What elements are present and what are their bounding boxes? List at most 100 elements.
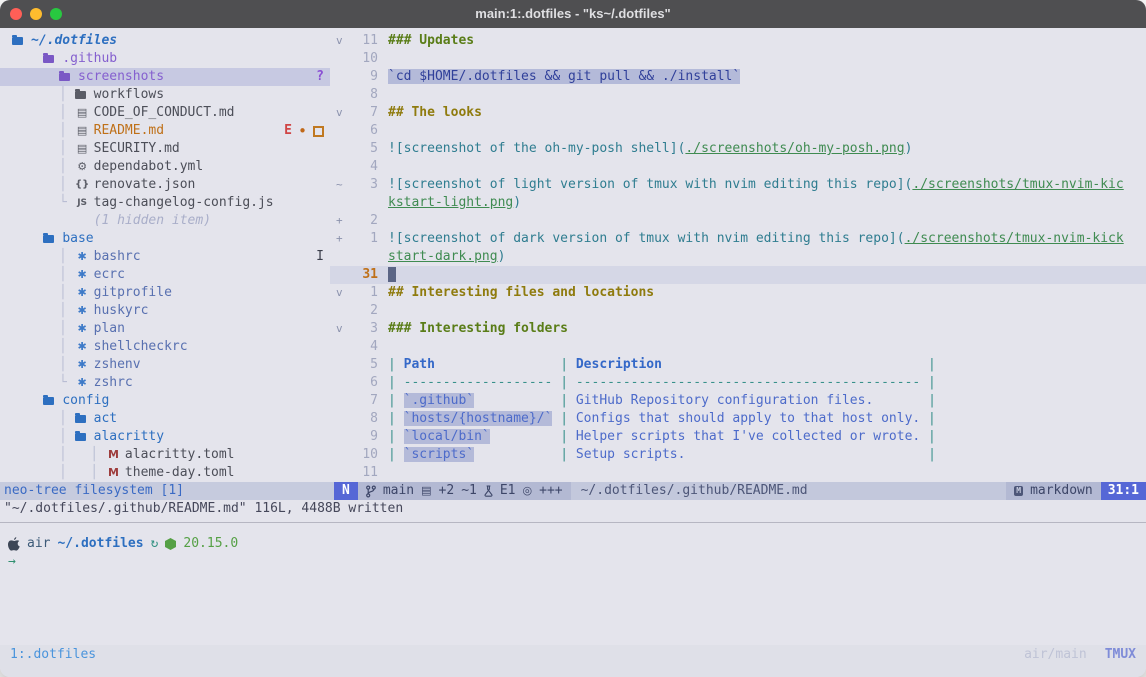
editor-line[interactable]: 9| `local/bin` | Helper scripts that I'v… xyxy=(330,428,1146,446)
flask-icon xyxy=(484,485,493,497)
folder-icon xyxy=(43,55,54,63)
tree-item--dotfiles[interactable]: ~/.dotfiles xyxy=(0,32,330,50)
tree-item-label: plan xyxy=(94,320,125,338)
editor-line[interactable]: 8 xyxy=(330,86,1146,104)
editor-buffer[interactable]: v11### Updates109`cd $HOME/.dotfiles && … xyxy=(330,32,1146,482)
editor-line[interactable]: 6| ------------------- | ---------------… xyxy=(330,374,1146,392)
line-text: | Path | Description | xyxy=(378,356,936,374)
dotfile-icon: ✱ xyxy=(75,302,90,320)
indent-guide: │ xyxy=(12,428,75,446)
fold-open-icon[interactable]: v xyxy=(330,320,352,338)
editor-line[interactable]: start-dark.png) xyxy=(330,248,1146,266)
tree-item-label: .github xyxy=(62,50,117,68)
indent-guide xyxy=(12,230,43,248)
editor-line[interactable]: 10| `scripts` | Setup scripts. | xyxy=(330,446,1146,464)
tree-item-gitprofile[interactable]: │ ✱gitprofile xyxy=(0,284,330,302)
indent-guide xyxy=(12,68,59,86)
editor-line[interactable]: kstart-light.png) xyxy=(330,194,1146,212)
tree-item-base[interactable]: base xyxy=(0,230,330,248)
status-badge: E xyxy=(284,122,292,140)
tree-item-tag-changelog-config-js[interactable]: └ JStag-changelog-config.js xyxy=(0,194,330,212)
status-badge: I xyxy=(316,248,324,266)
line-text: ![screenshot of the oh-my-posh shell](./… xyxy=(378,140,912,158)
tree-item-shellcheckrc[interactable]: │ ✱shellcheckrc xyxy=(0,338,330,356)
gutter xyxy=(330,122,352,140)
tree-item-label: screenshots xyxy=(78,68,164,86)
editor-line[interactable]: 4 xyxy=(330,158,1146,176)
tree-item--1-hidden-item-[interactable]: (1 hidden item) xyxy=(0,212,330,230)
tmux-pane-border[interactable] xyxy=(0,522,1146,523)
line-number: 1 xyxy=(352,284,378,302)
indent-guide: │ xyxy=(12,410,75,428)
folder-icon xyxy=(43,397,54,405)
tree-item-plan[interactable]: │ ✱plan xyxy=(0,320,330,338)
tmux-statusbar: 1:.dotfiles air/main TMUX xyxy=(0,645,1146,665)
nodejs-icon xyxy=(165,538,176,550)
tree-item-label: alacritty xyxy=(94,428,164,446)
editor-line[interactable]: 5![screenshot of the oh-my-posh shell](.… xyxy=(330,140,1146,158)
tree-item-zshenv[interactable]: │ ✱zshenv xyxy=(0,356,330,374)
editor-line[interactable]: +1![screenshot of dark version of tmux w… xyxy=(330,230,1146,248)
line-text: `cd $HOME/.dotfiles && git pull && ./ins… xyxy=(378,68,740,86)
editor-line[interactable]: 9`cd $HOME/.dotfiles && git pull && ./in… xyxy=(330,68,1146,86)
tree-item-theme-day-toml[interactable]: │ │ Mtheme-day.toml xyxy=(0,464,330,482)
editor-line[interactable]: 5| Path | Description | xyxy=(330,356,1146,374)
fold-open-icon[interactable]: v xyxy=(330,284,352,302)
tmux-window-name[interactable]: 1:.dotfiles xyxy=(10,645,96,665)
line-text: | `scripts` | Setup scripts. | xyxy=(378,446,936,464)
gutter xyxy=(330,68,352,86)
tree-item-label: workflows xyxy=(94,86,164,104)
tree-item-alacritty[interactable]: │ alacritty xyxy=(0,428,330,446)
prompt-arrow[interactable]: → xyxy=(0,553,1146,571)
dotfile-icon: ✱ xyxy=(75,338,90,356)
minimize-button[interactable] xyxy=(30,8,42,20)
apple-icon xyxy=(8,537,20,551)
js-icon: JS xyxy=(75,194,90,212)
gutter xyxy=(330,158,352,176)
tree-item-huskyrc[interactable]: │ ✱huskyrc xyxy=(0,302,330,320)
folder-icon xyxy=(75,415,86,423)
folder-icon xyxy=(12,37,23,45)
editor-line[interactable]: v7## The looks xyxy=(330,104,1146,122)
editor-line[interactable]: v3### Interesting folders xyxy=(330,320,1146,338)
editor-line[interactable]: 10 xyxy=(330,50,1146,68)
tree-item-alacritty-toml[interactable]: │ │ Malacritty.toml xyxy=(0,446,330,464)
tree-item-screenshots[interactable]: screenshots? xyxy=(0,68,330,86)
editor-line[interactable]: +2 xyxy=(330,212,1146,230)
status-badge: • xyxy=(298,122,307,140)
prompt-path: ~/.dotfiles xyxy=(57,535,143,553)
line-text xyxy=(378,212,388,230)
tree-item-zshrc[interactable]: └ ✱zshrc xyxy=(0,374,330,392)
line-number: 3 xyxy=(352,320,378,338)
editor-line[interactable]: 2 xyxy=(330,302,1146,320)
close-button[interactable] xyxy=(10,8,22,20)
indent-guide xyxy=(12,212,75,230)
tree-item-code-of-conduct-md[interactable]: │ ▤CODE_OF_CONDUCT.md xyxy=(0,104,330,122)
tree-item-workflows[interactable]: │ workflows xyxy=(0,86,330,104)
fold-open-icon[interactable]: v xyxy=(330,32,352,50)
tree-item-renovate-json[interactable]: │ {}renovate.json xyxy=(0,176,330,194)
editor-line-current[interactable]: 31 xyxy=(330,266,1146,284)
maximize-button[interactable] xyxy=(50,8,62,20)
tree-item-security-md[interactable]: │ ▤SECURITY.md xyxy=(0,140,330,158)
shell-prompt[interactable]: air ~/.dotfiles ↻ 20.15.0 xyxy=(0,535,1146,553)
tree-item-bashrc[interactable]: │ ✱bashrcI xyxy=(0,248,330,266)
tree-item-dependabot-yml[interactable]: │ ⚙dependabot.yml xyxy=(0,158,330,176)
editor-line[interactable]: 8| `hosts/{hostname}/` | Configs that sh… xyxy=(330,410,1146,428)
tree-item-ecrc[interactable]: │ ✱ecrc xyxy=(0,266,330,284)
editor-line[interactable]: 4 xyxy=(330,338,1146,356)
tree-item--github[interactable]: .github xyxy=(0,50,330,68)
line-number: 3 xyxy=(352,176,378,194)
tree-item-readme-md[interactable]: │ ▤README.mdE• xyxy=(0,122,330,140)
line-text: ![screenshot of light version of tmux wi… xyxy=(378,176,1124,194)
fold-open-icon[interactable]: v xyxy=(330,104,352,122)
editor-line[interactable]: v11### Updates xyxy=(330,32,1146,50)
editor-line[interactable]: v1## Interesting files and locations xyxy=(330,284,1146,302)
tree-item-config[interactable]: config xyxy=(0,392,330,410)
editor-line[interactable]: ~3![screenshot of light version of tmux … xyxy=(330,176,1146,194)
tree-item-act[interactable]: │ act xyxy=(0,410,330,428)
editor-line[interactable]: 6 xyxy=(330,122,1146,140)
tree-item-label: theme-day.toml xyxy=(125,464,235,482)
editor-line[interactable]: 7| `.github` | GitHub Repository configu… xyxy=(330,392,1146,410)
editor-line[interactable]: 11 xyxy=(330,464,1146,482)
